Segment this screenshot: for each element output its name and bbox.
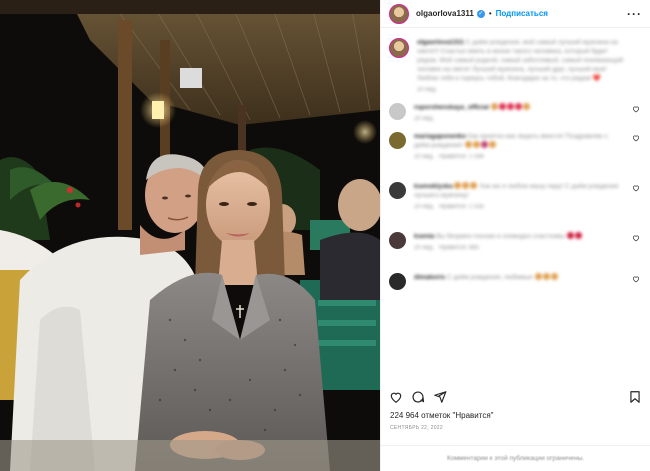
heart-icon[interactable] xyxy=(632,105,640,113)
emoji-icon xyxy=(454,182,462,189)
post-actions xyxy=(381,386,650,408)
comment-likes[interactable]: Нравится: 885 xyxy=(439,245,479,251)
post-header: olgaorlova1311 ✓ • Подписаться ··· xyxy=(381,0,650,28)
comments-limited-text: Комментарии к этой публикации ограничены… xyxy=(446,455,585,462)
share-icon[interactable] xyxy=(433,390,447,404)
comment-time: 20 нед. xyxy=(414,154,435,160)
like-heart-icon[interactable] xyxy=(389,390,403,404)
author-username[interactable]: olgaorlova1311 xyxy=(416,9,474,18)
post-sidebar: olgaorlova1311 ✓ • Подписаться ··· olgao… xyxy=(380,0,650,471)
post-photo[interactable] xyxy=(0,0,380,471)
comment-text: ruporshenskaya_official xyxy=(414,103,624,112)
photo-image xyxy=(0,0,380,471)
emoji-icon xyxy=(462,182,470,189)
heart-icon[interactable] xyxy=(632,234,640,242)
emoji-icon xyxy=(506,103,514,110)
emoji-icon xyxy=(574,232,582,239)
emoji-icon xyxy=(542,273,550,280)
post-date: СЕНТЯБРЬ 22, 2022 xyxy=(390,425,443,431)
comments-footer: Комментарии к этой публикации ограничены… xyxy=(381,445,650,471)
emoji-icon xyxy=(534,273,542,280)
comment-avatar[interactable] xyxy=(389,182,406,199)
emoji-icon xyxy=(566,232,574,239)
comment-item: ruporshenskaya_official 20 нед. xyxy=(389,103,642,122)
heart-icon[interactable] xyxy=(632,184,640,192)
comment-avatar[interactable] xyxy=(389,273,406,290)
caption-time: 20 нед. xyxy=(417,87,438,93)
comment-text: dimaboris С днём рождения, любимые xyxy=(414,273,624,282)
comment-avatar[interactable] xyxy=(389,103,406,120)
comment-likes[interactable]: Нравится: 1 535 xyxy=(439,204,484,210)
comment-username[interactable]: ruporshenskaya_official xyxy=(414,104,489,111)
comment-text: mariagaponenko Как приятно вас видеть вм… xyxy=(414,132,624,150)
caption-text: olgaorlova1311 С днём рождения, мой самы… xyxy=(417,38,624,83)
comment-body: Вы безумно похожи и очевидно счастливы xyxy=(436,233,565,240)
emoji-icon xyxy=(470,182,478,189)
comment-item: dimaboris С днём рождения, любимые xyxy=(389,273,642,290)
author-avatar[interactable] xyxy=(389,3,409,24)
heart-icon[interactable] xyxy=(632,134,640,142)
comment-likes[interactable]: Нравится: 1 596 xyxy=(439,154,484,160)
emoji-icon xyxy=(550,273,558,280)
emoji-icon xyxy=(490,103,498,110)
emoji-icon xyxy=(480,141,488,148)
comment-item: ksenoklyska Как же я люблю вашу пару! С … xyxy=(389,182,642,210)
comment-meta: 20 нед. Нравится: 885 xyxy=(414,245,624,251)
comment-text: ksenoklyska Как же я люблю вашу пару! С … xyxy=(414,182,624,200)
comment-username[interactable]: ksenoklyska xyxy=(414,183,453,190)
save-icon[interactable] xyxy=(628,390,642,404)
caption-avatar[interactable] xyxy=(389,38,409,58)
emoji-icon xyxy=(472,141,480,148)
comment-meta: 20 нед. Нравится: 1 535 xyxy=(414,204,624,210)
comment-icon[interactable] xyxy=(411,390,425,404)
post-caption: olgaorlova1311 С днём рождения, мой самы… xyxy=(389,38,642,93)
comment-username[interactable]: mariagaponenko xyxy=(414,133,466,140)
emoji-icon xyxy=(522,103,530,110)
verified-icon: ✓ xyxy=(476,9,485,18)
caption-username[interactable]: olgaorlova1311 xyxy=(417,39,464,46)
comment-item: ksenia Вы безумно похожи и очевидно счас… xyxy=(389,232,642,251)
comment-avatar[interactable] xyxy=(389,232,406,249)
more-icon[interactable]: ··· xyxy=(627,7,642,21)
comment-meta: 20 нед. Нравится: 1 596 xyxy=(414,154,624,160)
emoji-icon xyxy=(488,141,496,148)
comment-time: 20 нед. xyxy=(414,116,435,122)
comment-username[interactable]: dimaboris xyxy=(414,274,445,281)
comment-avatar[interactable] xyxy=(389,132,406,149)
heart-icon[interactable] xyxy=(632,275,640,283)
comment-body: С днём рождения, любимые xyxy=(446,274,533,281)
likes-count[interactable]: 224 964 отметок "Нравится" xyxy=(390,411,494,420)
instagram-post-modal: olgaorlova1311 ✓ • Подписаться ··· olgao… xyxy=(0,0,650,471)
separator-dot: • xyxy=(488,9,492,18)
comment-username[interactable]: ksenia xyxy=(414,233,434,240)
emoji-icon xyxy=(498,103,506,110)
comment-text: ksenia Вы безумно похожи и очевидно счас… xyxy=(414,232,624,241)
follow-button[interactable]: Подписаться xyxy=(496,9,548,18)
comment-time: 20 нед. xyxy=(414,245,435,251)
comment-item: mariagaponenko Как приятно вас видеть вм… xyxy=(389,132,642,160)
comment-time: 20 нед. xyxy=(414,204,435,210)
comments-list[interactable]: olgaorlova1311 С днём рождения, мой самы… xyxy=(381,30,650,382)
emoji-icon xyxy=(464,141,472,148)
emoji-icon xyxy=(514,103,522,110)
